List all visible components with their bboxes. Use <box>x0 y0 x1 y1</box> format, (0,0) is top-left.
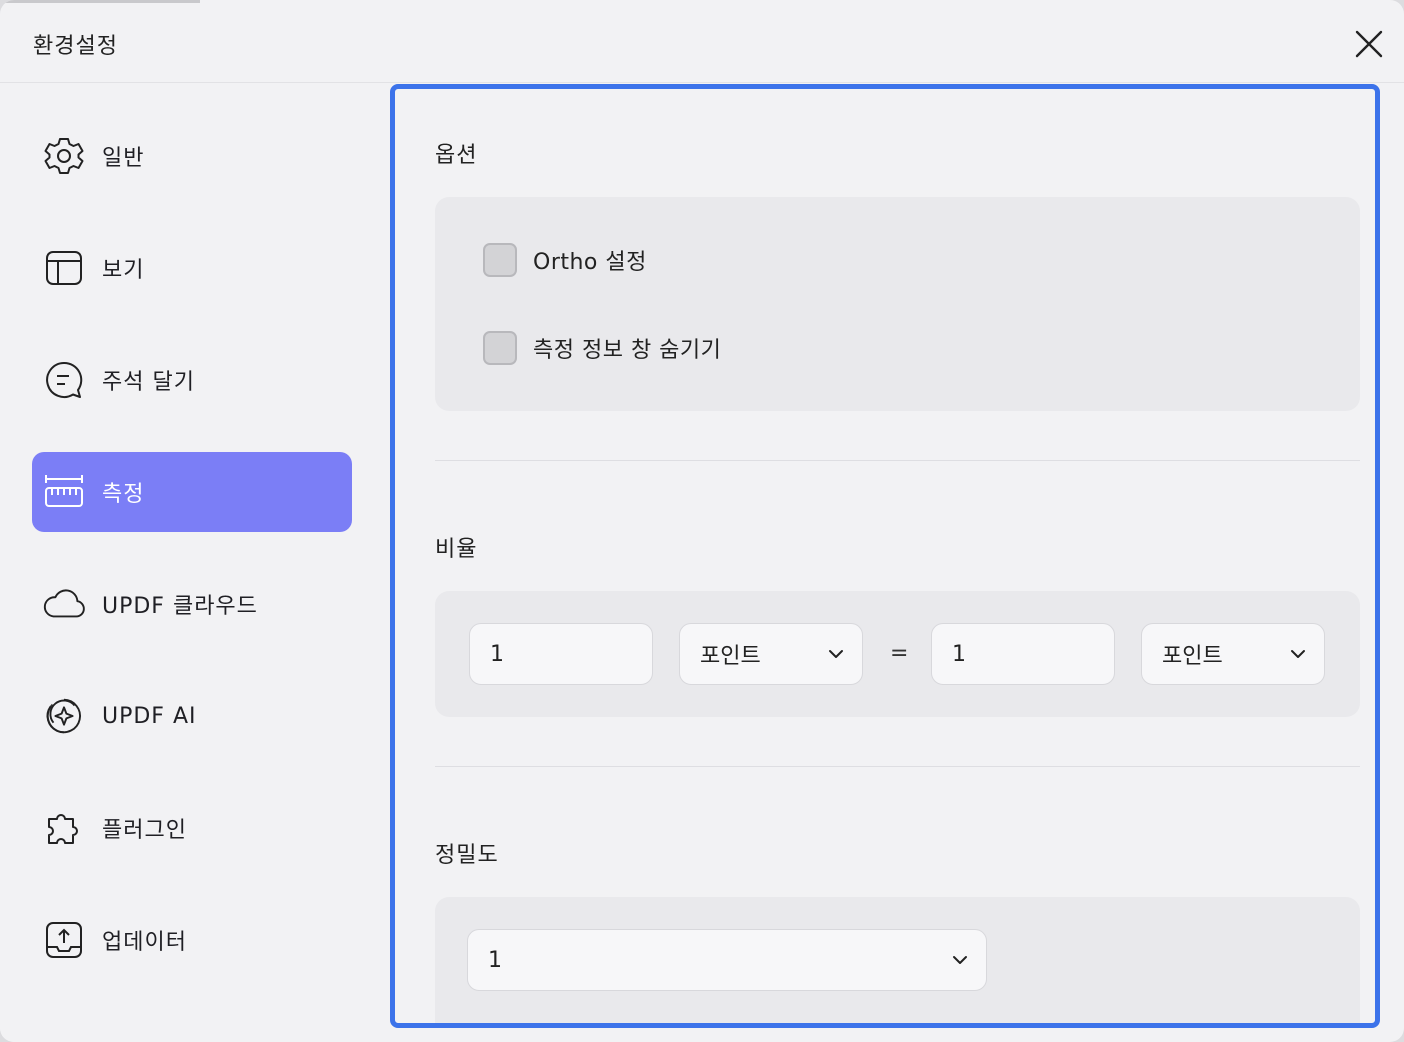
ratio-left-value: 1 <box>490 641 504 667</box>
sidebar-item-label: 주석 달기 <box>102 370 195 395</box>
chevron-down-icon <box>1291 650 1305 658</box>
sidebar: 일반 보기 주석 달기 측정 UPDF 클라우드 UPDF AI 플러그인 업데… <box>0 84 385 1042</box>
measure-settings-panel: 옵션 Ortho 설정 측정 정보 창 숨기기 비율 1 포인트 = 1 포인트… <box>390 84 1380 1028</box>
sidebar-item-updf-cloud[interactable]: UPDF 클라우드 <box>32 564 352 644</box>
sidebar-item-label: 플러그인 <box>102 818 187 843</box>
sidebar-item-label: 측정 <box>102 482 145 507</box>
precision-title: 정밀도 <box>435 843 499 868</box>
options-panel: Ortho 설정 측정 정보 창 숨기기 <box>435 197 1360 411</box>
ratio-left-unit: 포인트 <box>700 644 761 669</box>
equals-sign: = <box>890 641 909 666</box>
sidebar-item-view[interactable]: 보기 <box>32 228 352 308</box>
close-button[interactable] <box>1350 25 1388 63</box>
hide-info-checkbox[interactable] <box>483 331 517 365</box>
ai-sparkle-icon <box>42 694 86 738</box>
chevron-down-icon <box>829 650 843 658</box>
ratio-right-input[interactable]: 1 <box>931 623 1115 685</box>
ratio-panel: 1 포인트 = 1 포인트 <box>435 591 1360 717</box>
window-title: 환경설정 <box>33 34 118 59</box>
cloud-icon <box>42 582 86 626</box>
comment-icon <box>42 358 86 402</box>
ruler-icon <box>42 470 86 514</box>
sidebar-item-label: 업데이터 <box>102 930 187 955</box>
preferences-window: 환경설정 일반 보기 주석 달기 측정 UPDF 클라우드 UPDF AI 플러… <box>0 0 1404 1042</box>
ortho-checkbox-row[interactable]: Ortho 설정 <box>483 243 647 277</box>
options-title: 옵션 <box>435 143 478 168</box>
sidebar-item-label: 일반 <box>102 146 145 171</box>
update-icon <box>42 918 86 962</box>
precision-panel: 1 <box>435 897 1360 1023</box>
divider <box>435 766 1360 767</box>
ratio-right-unit-select[interactable]: 포인트 <box>1141 623 1325 685</box>
ortho-checkbox[interactable] <box>483 243 517 277</box>
divider <box>435 460 1360 461</box>
ratio-title: 비율 <box>435 537 478 562</box>
precision-value: 1 <box>488 947 502 973</box>
precision-select[interactable]: 1 <box>467 929 987 991</box>
ratio-left-unit-select[interactable]: 포인트 <box>679 623 863 685</box>
sidebar-item-label: 보기 <box>102 258 145 283</box>
gear-icon <box>42 134 86 178</box>
titlebar: 환경설정 <box>0 3 1404 83</box>
ortho-label: Ortho 설정 <box>533 250 647 275</box>
sidebar-item-comment[interactable]: 주석 달기 <box>32 340 352 420</box>
hide-info-checkbox-row[interactable]: 측정 정보 창 숨기기 <box>483 331 721 365</box>
sidebar-item-label: UPDF AI <box>102 703 197 729</box>
ratio-left-input[interactable]: 1 <box>469 623 653 685</box>
ratio-right-unit: 포인트 <box>1162 644 1223 669</box>
ratio-right-value: 1 <box>952 641 966 667</box>
sidebar-item-updater[interactable]: 업데이터 <box>32 900 352 980</box>
sidebar-item-measure[interactable]: 측정 <box>32 452 352 532</box>
sidebar-item-updf-ai[interactable]: UPDF AI <box>32 676 352 756</box>
sidebar-item-general[interactable]: 일반 <box>32 116 352 196</box>
chevron-down-icon <box>953 956 967 964</box>
sidebar-item-plugins[interactable]: 플러그인 <box>32 788 352 868</box>
close-icon <box>1355 30 1383 58</box>
hide-info-label: 측정 정보 창 숨기기 <box>533 338 722 363</box>
sidebar-item-label: UPDF 클라우드 <box>102 594 258 619</box>
puzzle-icon <box>42 806 86 850</box>
layout-icon <box>42 246 86 290</box>
